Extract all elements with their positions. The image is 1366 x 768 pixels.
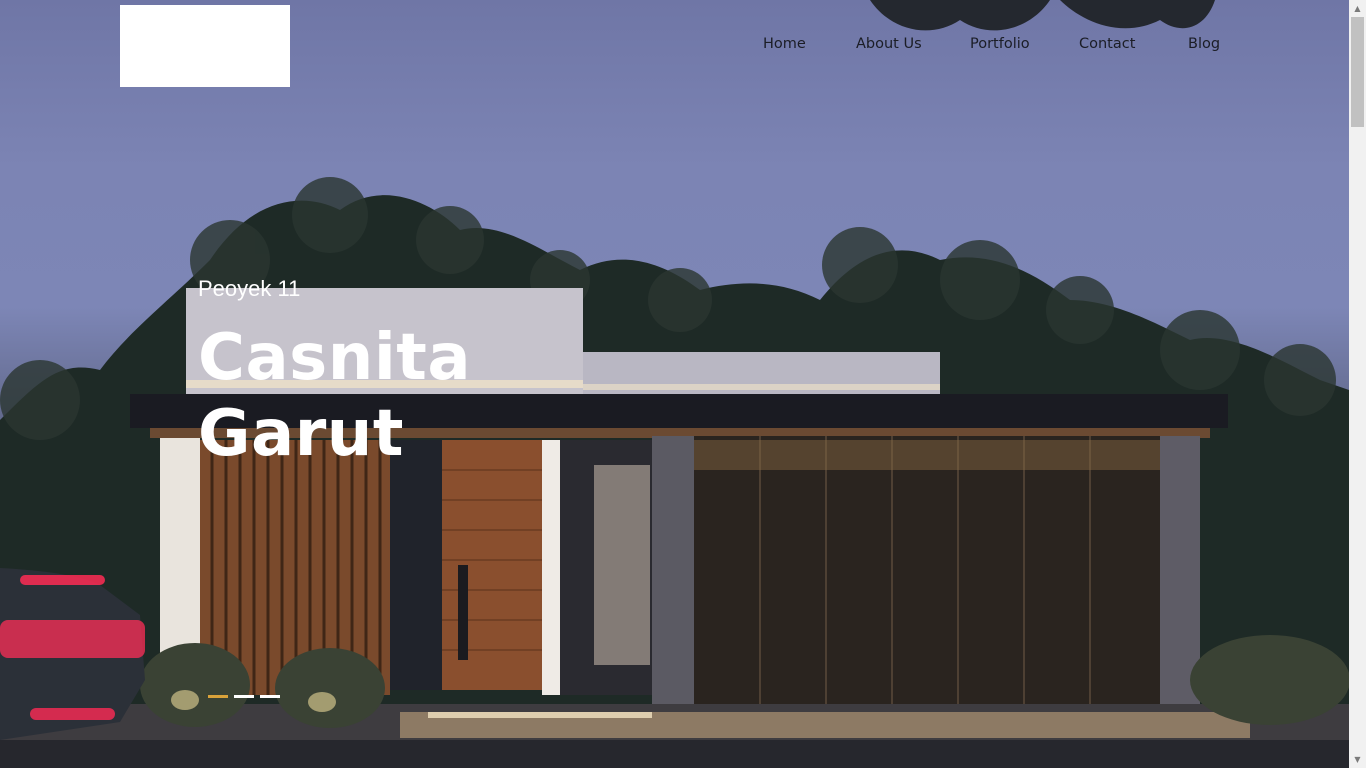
slider-dot-3[interactable] [260, 695, 280, 698]
slider-dot-2[interactable] [234, 695, 254, 698]
nav-about-us[interactable]: About Us [856, 36, 922, 52]
scroll-thumb[interactable] [1351, 17, 1364, 127]
project-label: Peoyek 11 [198, 276, 301, 301]
scroll-down-icon[interactable]: ▼ [1349, 751, 1366, 768]
nav-home[interactable]: Home [763, 36, 806, 52]
nav-blog[interactable]: Blog [1188, 36, 1220, 52]
nav-contact[interactable]: Contact [1079, 36, 1135, 52]
scroll-up-icon[interactable]: ▲ [1349, 0, 1366, 17]
page-scrollbar[interactable]: ▲ ▼ [1349, 0, 1366, 768]
slider-pagination [208, 695, 280, 698]
site-logo[interactable] [120, 5, 290, 87]
slider-dot-1[interactable] [208, 695, 228, 698]
project-title: Casnita Garut [198, 321, 472, 471]
nav-portfolio[interactable]: Portfolio [970, 36, 1030, 52]
